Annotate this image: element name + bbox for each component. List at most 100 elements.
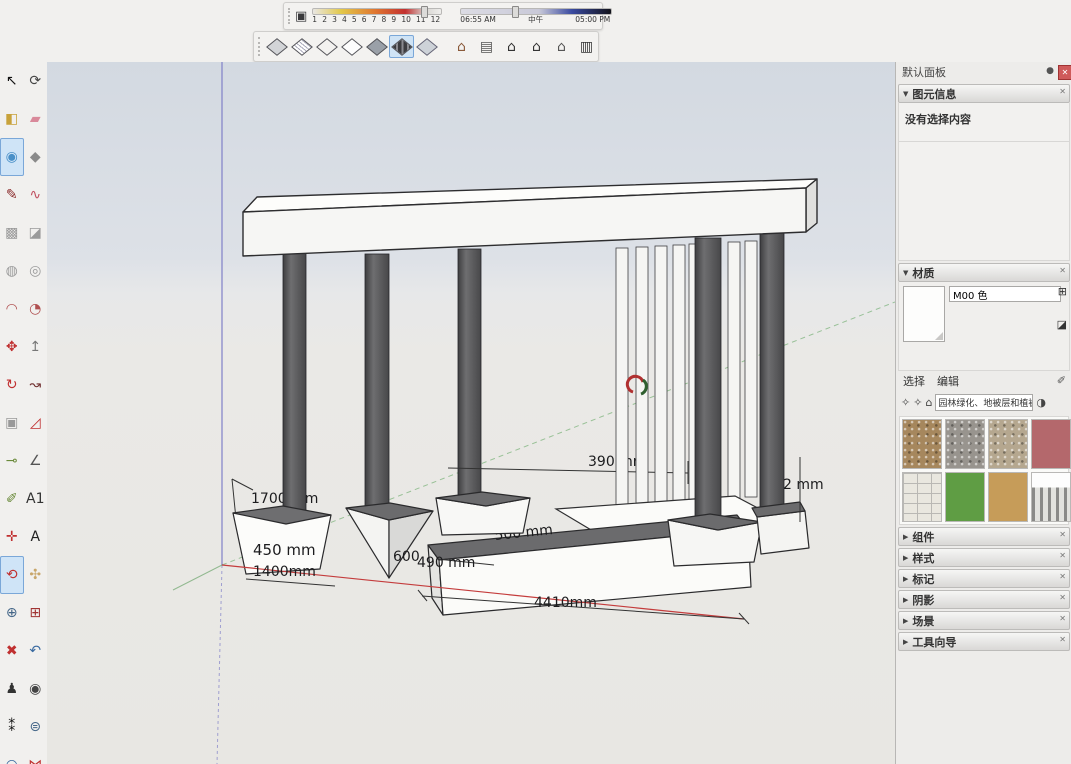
eraser-tool[interactable]: ▰ <box>24 100 48 138</box>
texture-cobblestone[interactable] <box>988 419 1028 469</box>
protractor-tool[interactable]: ∠ <box>24 442 48 480</box>
texture-sand-tan[interactable] <box>988 472 1028 522</box>
close-icon[interactable]: ✕ <box>1059 614 1066 623</box>
month-tick[interactable]: 6 <box>362 16 367 24</box>
modeling-viewport[interactable]: 1700 mm 390 mm <box>47 62 895 764</box>
date-slider-knob[interactable] <box>421 6 428 18</box>
create-material-icon[interactable]: ⊞ <box>1058 285 1067 298</box>
follow-me-tool[interactable]: ↝ <box>24 366 48 404</box>
style-hidden-line-button[interactable] <box>339 35 364 58</box>
close-tray-button[interactable]: ✕ <box>1058 65 1071 80</box>
shadow-settings-button[interactable]: ▣ <box>294 5 308 28</box>
column[interactable] <box>365 254 389 506</box>
month-tick[interactable]: 2 <box>322 16 327 24</box>
view-right-button[interactable]: ⌂ <box>524 35 549 58</box>
rectangle-tool[interactable]: ▩ <box>0 214 24 252</box>
axes-tool[interactable]: ✛ <box>0 518 24 556</box>
rotate-tool[interactable]: ↻ <box>0 366 24 404</box>
date-slider-track[interactable] <box>312 8 442 15</box>
zoom-tool[interactable]: ⊕ <box>0 594 24 632</box>
select-tool[interactable]: ↖ <box>0 62 24 100</box>
footing-front-face[interactable] <box>757 511 809 554</box>
pan-tool[interactable]: ✣ <box>24 556 48 594</box>
toolbar-grip[interactable] <box>258 37 260 56</box>
style-back-edges-button[interactable] <box>289 35 314 58</box>
tab-edit[interactable]: 编辑 <box>937 373 959 389</box>
look-around-tool[interactable]: ◉ <box>24 670 48 708</box>
zoom-window-tool[interactable]: ⊞ <box>24 594 48 632</box>
texture-grass-green[interactable] <box>945 472 985 522</box>
materials-header[interactable]: ▼ 材质 ✕ <box>898 263 1070 282</box>
walk-tool[interactable]: ⁑ <box>0 708 24 746</box>
position-camera-tool[interactable]: ♟ <box>0 670 24 708</box>
view-back-button[interactable]: ⌂ <box>549 35 574 58</box>
tape-measure-tool[interactable]: ⊸ <box>0 442 24 480</box>
view-iso-button[interactable]: ⌂ <box>449 35 474 58</box>
texture-pavers-white[interactable] <box>902 472 942 522</box>
column[interactable] <box>458 249 481 496</box>
line-tool[interactable]: ✎ <box>0 176 24 214</box>
entity-info-header[interactable]: ▼ 图元信息 ✕ <box>898 84 1070 103</box>
3d-text-tool[interactable]: A <box>24 518 48 556</box>
view-front-button[interactable]: ⌂ <box>499 35 524 58</box>
putty-knife-tool[interactable]: ◆ <box>24 138 48 176</box>
view-left-button[interactable]: ▥ <box>574 35 599 58</box>
month-tick[interactable]: 7 <box>372 16 377 24</box>
pie-tool[interactable]: ◔ <box>24 290 48 328</box>
tray-section-header[interactable]: ▶ 工具向导 ✕ <box>898 632 1070 651</box>
close-icon[interactable]: ✕ <box>1059 635 1066 644</box>
column[interactable] <box>283 252 306 510</box>
style-shaded-button[interactable] <box>364 35 389 58</box>
textured-sphere-tool[interactable]: ◉ <box>0 138 24 176</box>
month-tick[interactable]: 10 <box>401 16 411 24</box>
make-component-tool[interactable]: ⟳ <box>24 62 48 100</box>
month-tick[interactable]: 9 <box>391 16 396 24</box>
sample-paint-icon[interactable]: ✐ <box>1057 374 1066 387</box>
material-name-input[interactable] <box>949 286 1061 302</box>
extra-tool-1[interactable]: ◒ <box>0 746 24 764</box>
section-plane-tool[interactable]: ⊜ <box>24 708 48 746</box>
column[interactable] <box>695 238 721 524</box>
month-tick[interactable]: 12 <box>431 16 441 24</box>
tray-section-header[interactable]: ▶ 标记 ✕ <box>898 569 1070 588</box>
time-slider-track[interactable] <box>460 8 612 15</box>
text-tool[interactable]: A1 <box>24 480 48 518</box>
texture-gravel-gray[interactable] <box>945 419 985 469</box>
tray-section-header[interactable]: ▶ 阴影 ✕ <box>898 590 1070 609</box>
time-slider-knob[interactable] <box>512 6 519 18</box>
close-icon[interactable]: ✕ <box>1059 266 1066 275</box>
month-tick[interactable]: 4 <box>342 16 347 24</box>
month-tick[interactable]: 3 <box>332 16 337 24</box>
texture-fence-white[interactable] <box>1031 472 1071 522</box>
viewport-canvas[interactable]: 1700 mm 390 mm <box>47 62 895 764</box>
material-category-dropdown[interactable]: 园林绿化、地被层和植被 ∨ <box>935 394 1033 411</box>
resize-corner[interactable] <box>935 332 943 340</box>
tray-section-header[interactable]: ▶ 场景 ✕ <box>898 611 1070 630</box>
close-icon[interactable]: ✕ <box>1059 551 1066 560</box>
home-icon[interactable]: ⌂ <box>925 396 932 409</box>
freehand-tool[interactable]: ∿ <box>24 176 48 214</box>
paint-bucket-tool[interactable]: ◧ <box>0 100 24 138</box>
tray-section-header[interactable]: ▶ 样式 ✕ <box>898 548 1070 567</box>
pin-icon[interactable]: ● <box>1046 66 1054 76</box>
tab-select[interactable]: 选择 <box>903 373 925 389</box>
slats[interactable] <box>616 241 757 509</box>
details-icon[interactable]: ◑ <box>1036 396 1046 409</box>
close-icon[interactable]: ✕ <box>1059 530 1066 539</box>
close-icon[interactable]: ✕ <box>1059 572 1066 581</box>
style-wireframe-button[interactable] <box>314 35 339 58</box>
tray-section-header[interactable]: ▶ 组件 ✕ <box>898 527 1070 546</box>
texture-gravel-brown[interactable] <box>902 419 942 469</box>
slat[interactable] <box>745 241 757 497</box>
shadow-date-slider[interactable]: 123456789101112 <box>312 8 442 24</box>
close-icon[interactable]: ✕ <box>1059 87 1066 96</box>
ellipse-tool[interactable]: ◎ <box>24 252 48 290</box>
style-monochrome-button[interactable] <box>414 35 439 58</box>
style-xray-button[interactable] <box>264 35 289 58</box>
move-tool[interactable]: ✥ <box>0 328 24 366</box>
slat[interactable] <box>616 248 628 509</box>
month-tick[interactable]: 8 <box>382 16 387 24</box>
toolbar-grip[interactable] <box>288 8 290 25</box>
view-top-button[interactable]: ▤ <box>474 35 499 58</box>
slat[interactable] <box>655 246 667 505</box>
